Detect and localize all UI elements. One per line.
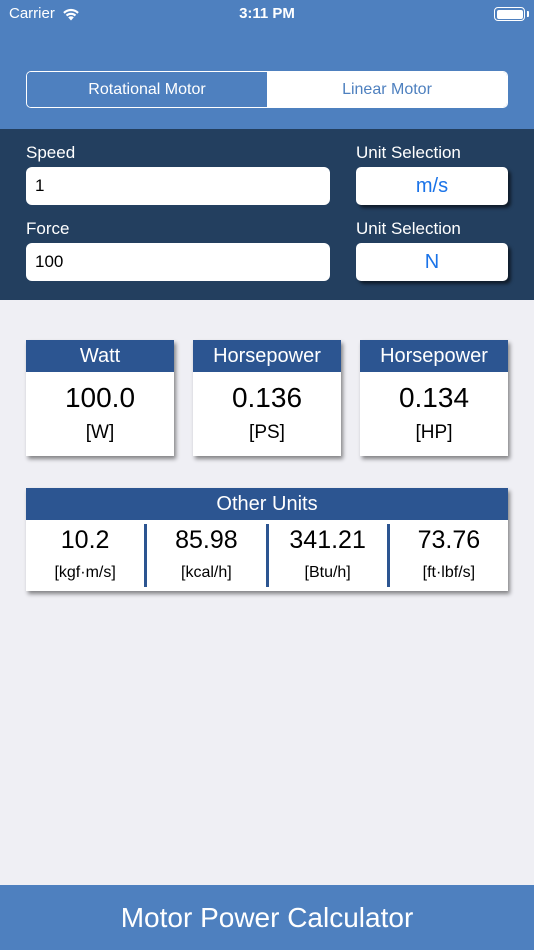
speed-input[interactable]: 1: [26, 167, 330, 205]
other-units-title: Other Units: [26, 488, 508, 520]
other-unit-value: 341.21: [289, 526, 366, 554]
force-unit-button[interactable]: N: [356, 243, 508, 281]
other-unit-value: 85.98: [175, 526, 238, 554]
battery-cap: [527, 11, 529, 17]
other-units-row: 10.2 [kgf·m/s] 85.98 [kcal/h] 341.21 [Bt…: [26, 520, 508, 591]
result-card-unit: [HP]: [415, 422, 453, 443]
segment-rotational-motor[interactable]: Rotational Motor: [27, 72, 267, 107]
other-unit-value: 73.76: [417, 526, 481, 554]
result-card-title: Horsepower: [360, 340, 508, 372]
other-unit-label: [kgf·m/s]: [54, 564, 116, 581]
other-unit-label: [ft·lbf/s]: [422, 564, 476, 581]
result-card-watt: Watt 100.0 [W]: [26, 340, 174, 456]
other-unit-value: 10.2: [60, 526, 110, 554]
result-card-unit: [W]: [85, 422, 115, 443]
speed-unit-button[interactable]: m/s: [356, 167, 508, 205]
other-unit-kcal-h: 85.98 [kcal/h]: [144, 524, 265, 587]
force-label: Force: [26, 219, 70, 238]
other-units-card: Other Units 10.2 [kgf·m/s] 85.98 [kcal/h…: [26, 488, 508, 591]
result-card-unit: [PS]: [249, 422, 285, 443]
force-input[interactable]: 100: [26, 243, 330, 281]
result-card-value: 0.136: [231, 382, 303, 413]
motor-type-segmented-control: Rotational Motor Linear Motor: [26, 71, 508, 108]
status-time: 3:11 PM: [239, 5, 295, 22]
result-card-horsepower-hp: Horsepower 0.134 [HP]: [360, 340, 508, 456]
app-title: Motor Power Calculator: [120, 901, 414, 933]
input-panel: Speed 1 Unit Selection m/s Force 100 Uni…: [0, 129, 534, 300]
other-unit-label: [kcal/h]: [181, 564, 232, 581]
force-unit-selection-label: Unit Selection: [356, 219, 461, 238]
status-bar: Carrier 3:11 PM: [0, 0, 534, 28]
result-card-horsepower-ps: Horsepower 0.136 [PS]: [193, 340, 341, 456]
result-card-title: Watt: [26, 340, 174, 372]
segment-linear-motor[interactable]: Linear Motor: [267, 72, 507, 107]
result-card-title: Horsepower: [193, 340, 341, 372]
header-area: Carrier 3:11 PM Rotational Motor Linear …: [0, 0, 534, 129]
other-unit-label: [Btu/h]: [304, 564, 351, 581]
other-unit-btu-h: 341.21 [Btu/h]: [265, 524, 387, 587]
speed-label: Speed: [26, 143, 76, 162]
app-title-bar: Motor Power Calculator: [0, 885, 534, 950]
speed-unit-selection-label: Unit Selection: [356, 143, 461, 162]
result-card-value: 100.0: [64, 382, 136, 413]
other-unit-ft-lbf-s: 73.76 [ft·lbf/s]: [386, 524, 508, 587]
battery-icon: [494, 7, 525, 21]
other-unit-kgf-m-s: 10.2 [kgf·m/s]: [26, 524, 144, 587]
result-card-value: 0.134: [398, 382, 470, 413]
